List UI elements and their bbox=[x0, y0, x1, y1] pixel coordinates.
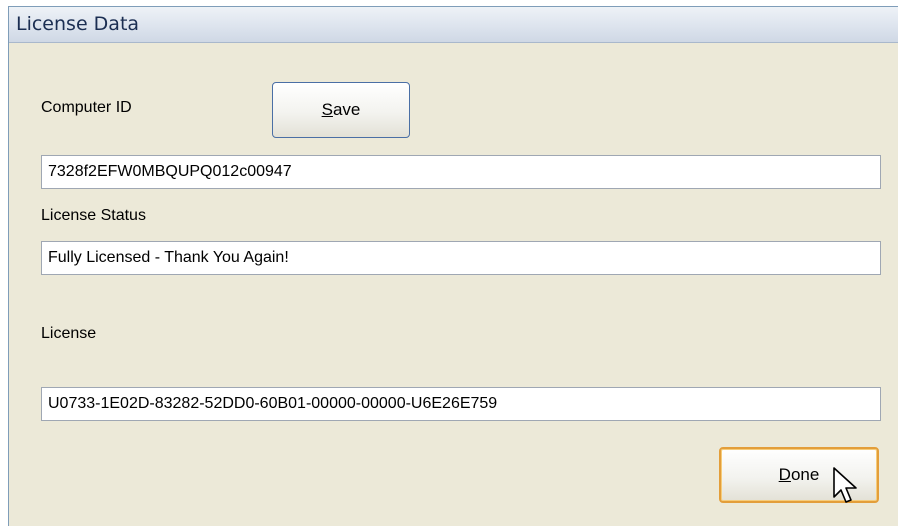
done-button-label: one bbox=[790, 465, 820, 484]
license-label: License bbox=[41, 325, 97, 342]
computer-id-label: Computer ID bbox=[41, 99, 132, 116]
computer-id-field[interactable] bbox=[41, 155, 881, 189]
arrow-cursor-icon bbox=[833, 467, 857, 503]
license-status-field[interactable] bbox=[41, 241, 881, 275]
window-title: License Data bbox=[16, 13, 140, 35]
done-button-mnemonic: D bbox=[778, 465, 791, 484]
save-button-mnemonic: S bbox=[321, 100, 333, 119]
save-button[interactable]: Save bbox=[272, 82, 410, 138]
license-data-window: License Data Computer ID Save License St… bbox=[8, 6, 898, 526]
save-button-label: ave bbox=[332, 100, 361, 119]
license-field[interactable] bbox=[41, 387, 881, 421]
title-bar: License Data bbox=[9, 7, 898, 43]
license-status-label: License Status bbox=[41, 207, 146, 224]
